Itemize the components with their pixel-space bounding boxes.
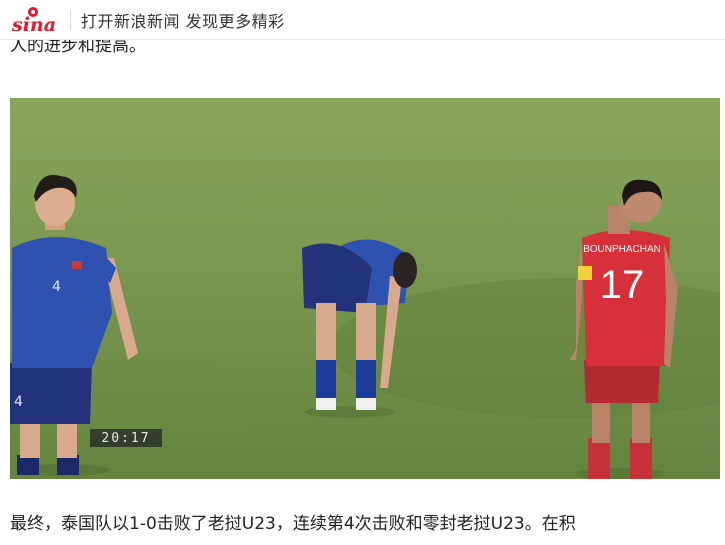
jersey-name: BOUNPHACHAN bbox=[583, 244, 661, 255]
jersey-number-red: 17 bbox=[600, 263, 645, 307]
previous-paragraph-text: 人的进步和提高。 bbox=[10, 40, 146, 56]
match-clock: 20:17 bbox=[90, 429, 162, 447]
sina-logo[interactable]: sina bbox=[10, 0, 58, 40]
banner-divider bbox=[70, 9, 71, 30]
jersey-number-blue: 4 bbox=[52, 279, 61, 295]
article-paragraph: 最终，泰国队以1-0击败了老挝U23，连续第4次击败和零封老挝U23。在积 bbox=[10, 514, 576, 534]
shorts-number-blue: 4 bbox=[14, 394, 23, 410]
open-app-link[interactable]: 打开新浪新闻 发现更多精彩 bbox=[81, 8, 285, 32]
article-photo: 4 4 BOUNPHACHAN 17 20:17 bbox=[10, 98, 720, 479]
logo-text: sina bbox=[11, 14, 56, 35]
app-banner[interactable]: sina 打开新浪新闻 发现更多精彩 bbox=[0, 0, 725, 40]
previous-paragraph-fragment: 人的进步和提高。 bbox=[10, 40, 710, 66]
